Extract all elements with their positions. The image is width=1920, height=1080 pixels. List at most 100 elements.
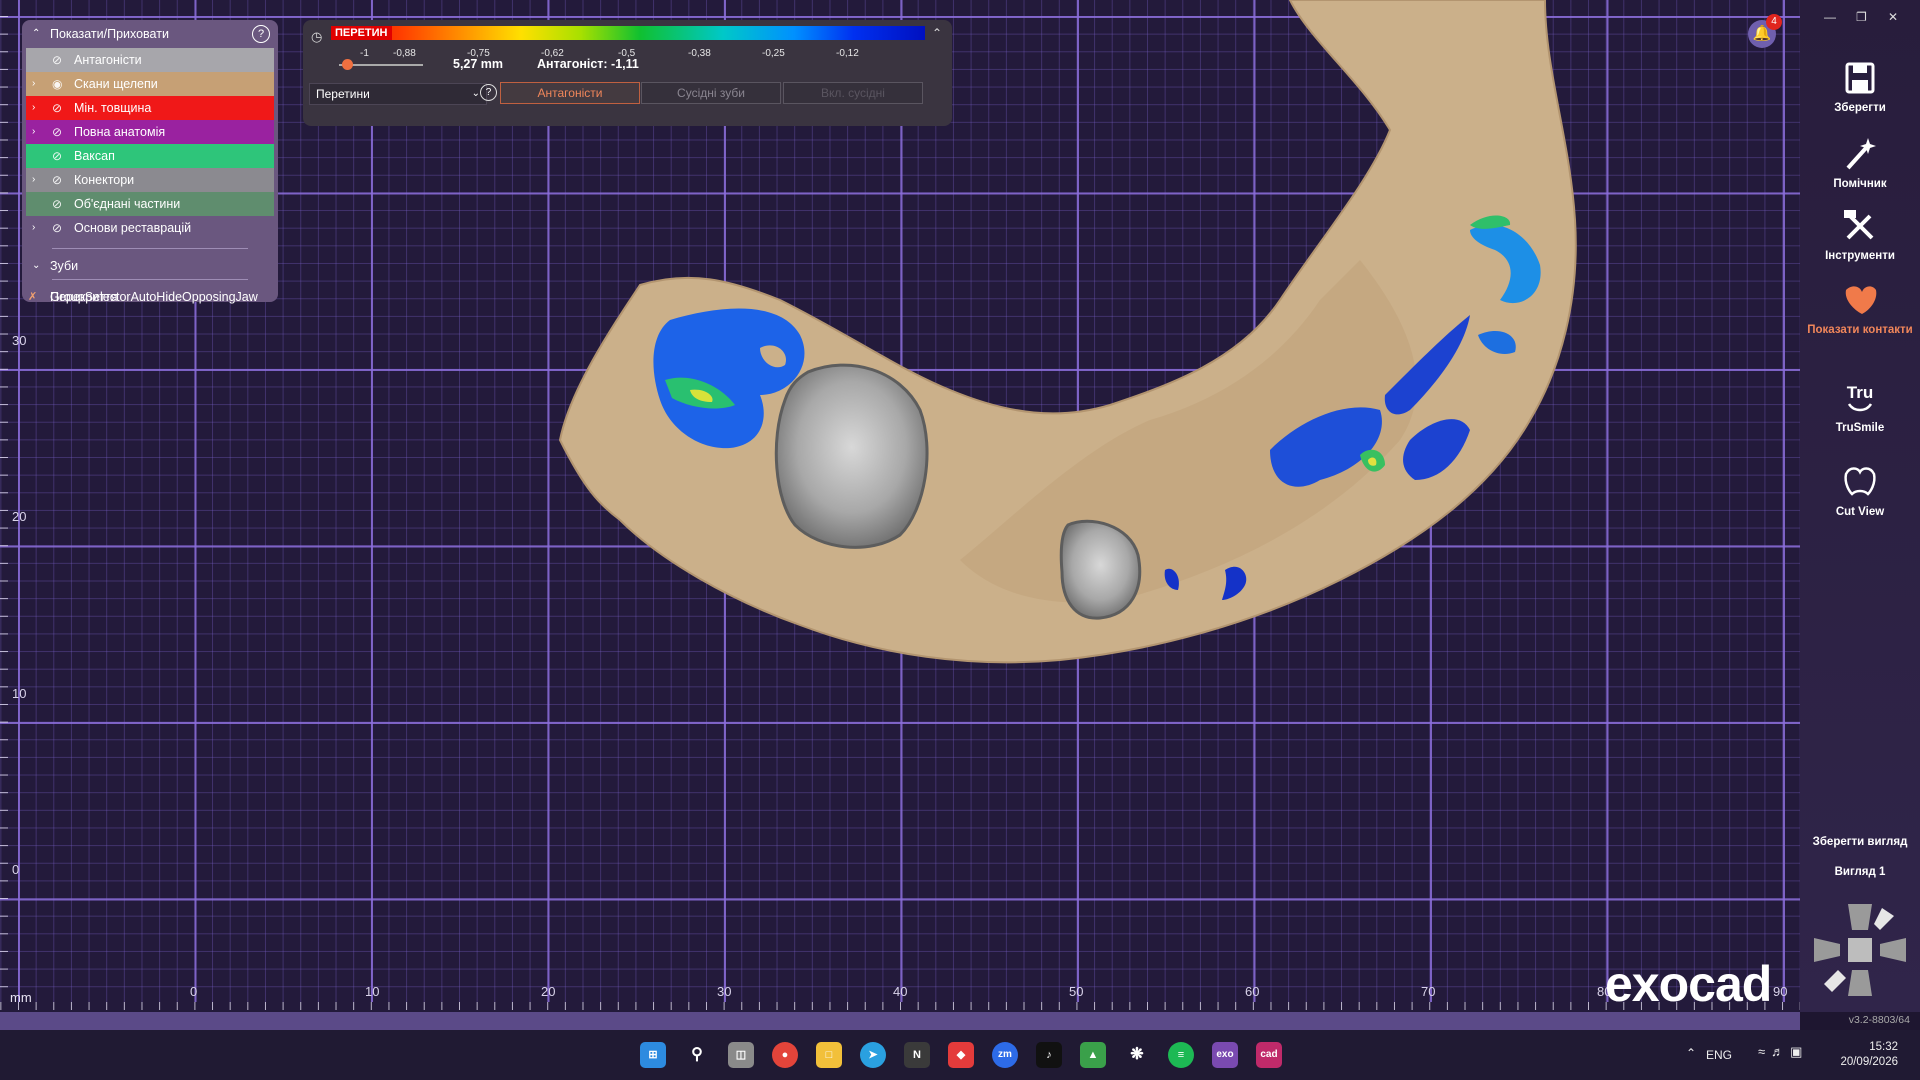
layer-label: Повна анатомія	[74, 125, 166, 139]
gauge-icon: ◷	[311, 29, 323, 44]
view-navigation-cube[interactable]	[1812, 900, 1908, 1000]
show-hide-header[interactable]: ⌃ Показати/Приховати ?	[22, 20, 278, 48]
x-tick: 10	[365, 984, 380, 999]
tools-icon	[1844, 210, 1874, 240]
layer-label: Мін. товщина	[74, 101, 152, 115]
x-tick: 50	[1069, 984, 1084, 999]
eye-hidden-icon[interactable]: ⊘	[52, 192, 62, 216]
anydesk-icon[interactable]: ◆	[948, 1042, 974, 1068]
file-explorer-icon[interactable]: □	[816, 1042, 842, 1068]
save-view-button[interactable]: Зберегти вигляд	[1800, 836, 1920, 848]
layer-row-restoration-bases[interactable]: › ⊘ Основи реставрацій	[26, 216, 274, 240]
chevron-right-icon[interactable]: ›	[32, 96, 35, 120]
layer-row-waxup[interactable]: ⊘ Ваксап	[26, 144, 274, 168]
cad-taskbar-icon[interactable]: cad	[1256, 1042, 1282, 1068]
chevron-down-icon: ⌄	[471, 88, 480, 99]
restore-icon[interactable]: ❐	[1856, 10, 1867, 24]
show-contacts-button[interactable]: Показати контакти	[1800, 280, 1920, 337]
cut-view-button[interactable]: Cut View	[1800, 462, 1920, 519]
show-hide-panel: ⌃ Показати/Приховати ? ⊘ Антагоністи › ◉…	[22, 20, 278, 304]
chevron-right-icon[interactable]: ›	[32, 72, 35, 96]
x-tick: 40	[893, 984, 908, 999]
view-bottom-arrow	[1848, 970, 1872, 996]
tray-chevron-icon[interactable]: ⌃	[1686, 1046, 1696, 1060]
toggle-icon: ✗	[28, 291, 38, 303]
minimize-icon[interactable]: —	[1824, 10, 1836, 24]
crown-prep-molar	[774, 363, 929, 549]
antagonists-button[interactable]: Антагоністи	[500, 82, 640, 104]
layer-row-merged-parts[interactable]: ⊘ Об'єднані частини	[26, 192, 274, 216]
notion-icon[interactable]: N	[904, 1042, 930, 1068]
chevron-right-icon[interactable]: ›	[32, 168, 35, 192]
windows-start-icon[interactable]: ⊞	[640, 1042, 666, 1068]
exocad-taskbar-icon[interactable]: exo	[1212, 1042, 1238, 1068]
layer-label: Конектори	[74, 173, 135, 187]
layer-row-full-anatomy[interactable]: › ⊘ Повна анатомія	[26, 120, 274, 144]
tools-button[interactable]: Інструменти	[1800, 206, 1920, 263]
help-icon[interactable]: ?	[252, 25, 270, 43]
chatgpt-icon[interactable]: ❋	[1124, 1042, 1150, 1068]
language-indicator[interactable]: ENG	[1706, 1048, 1732, 1062]
tiktok-icon[interactable]: ♪	[1036, 1042, 1062, 1068]
trusmile-button[interactable]: Tru TruSmile	[1800, 378, 1920, 435]
x-tick: 90	[1773, 984, 1788, 999]
contact-scale-panel: ◷ ПЕРЕТИН -1 -0,88 -0,75 -0,62 -0,5 -0,3…	[303, 20, 952, 126]
show-contacts-label: Показати контакти	[1807, 324, 1913, 336]
telegram-icon[interactable]: ➤	[860, 1042, 886, 1068]
layer-label: Об'єднані частини	[74, 197, 181, 211]
layer-row-connectors[interactable]: › ⊘ Конектори	[26, 168, 274, 192]
zoom-icon[interactable]: zm	[992, 1042, 1018, 1068]
spotify-icon[interactable]: ≡	[1168, 1042, 1194, 1068]
x-tick: 60	[1245, 984, 1260, 999]
include-adjacent-button[interactable]: Вкл. сусідні	[783, 82, 923, 104]
mode-select-value: Перетини	[316, 87, 370, 101]
layer-row-jaw-scans[interactable]: › ◉ Скани щелепи	[26, 72, 274, 96]
task-view-icon[interactable]: ◫	[728, 1042, 754, 1068]
chevron-down-icon: ⌄	[32, 260, 41, 271]
notification-button[interactable]: 🔔 4	[1748, 14, 1782, 48]
chevron-right-icon[interactable]: ›	[32, 120, 35, 144]
crown-prep-premolar	[1059, 519, 1142, 620]
eye-hidden-icon[interactable]: ⊘	[52, 96, 62, 120]
eye-hidden-icon[interactable]: ⊘	[52, 48, 62, 72]
teeth-group[interactable]: ⌄ Зуби	[22, 253, 278, 279]
chevron-right-icon[interactable]: ›	[32, 216, 35, 240]
eye-hidden-icon[interactable]: ⊘	[52, 168, 62, 192]
panel-title: Показати/Приховати	[50, 27, 169, 41]
scale-tick: -0,25	[762, 48, 785, 59]
assistant-button[interactable]: Помічник	[1800, 134, 1920, 191]
close-icon[interactable]: ✕	[1888, 10, 1898, 24]
cut-view-icon	[1844, 467, 1876, 496]
adjacent-teeth-button[interactable]: Сусідні зуби	[641, 82, 781, 104]
status-strip	[0, 1012, 1800, 1030]
layer-label: Ваксап	[74, 149, 115, 163]
mode-select[interactable]: Перетини ⌄	[309, 83, 487, 105]
help-icon[interactable]: ?	[480, 84, 497, 101]
view-1-button[interactable]: Вигляд 1	[1800, 866, 1920, 878]
layer-label: Основи реставрацій	[74, 221, 192, 235]
eye-hidden-icon[interactable]: ⊘	[52, 216, 62, 240]
auto-hide-label: GroupSelectorAutoHideOpposingJaw	[50, 290, 258, 304]
eye-hidden-icon[interactable]: ⊘	[52, 144, 62, 168]
clock[interactable]: 15:32 20/09/2026	[1838, 1040, 1898, 1070]
app-icon[interactable]: ▲	[1080, 1042, 1106, 1068]
color-scale-bar: ПЕРЕТИН	[331, 26, 925, 40]
divider	[52, 248, 248, 249]
auto-hide-opposing-jaw-toggle[interactable]: ✗ Перекриття GroupSelectorAutoHideOpposi…	[22, 284, 278, 310]
layer-row-min-thickness[interactable]: › ⊘ Мін. товщина	[26, 96, 274, 120]
eye-hidden-icon[interactable]: ⊘	[52, 120, 62, 144]
search-icon[interactable]: ⚲	[684, 1042, 710, 1068]
save-button[interactable]: Зберегти	[1800, 58, 1920, 115]
chrome-icon[interactable]: ●	[772, 1042, 798, 1068]
cut-view-label: Cut View	[1835, 506, 1885, 518]
depth-value: 5,27 mm	[453, 57, 504, 71]
eye-icon[interactable]: ◉	[52, 72, 62, 96]
layer-label: Антагоністи	[74, 53, 142, 67]
x-tick: 20	[541, 984, 556, 999]
chevron-up-icon[interactable]: ⌃	[932, 26, 942, 40]
layer-row-antagonists[interactable]: ⊘ Антагоністи	[26, 48, 274, 72]
system-tray-icons[interactable]: ≈♬▣	[1758, 1044, 1808, 1060]
view-top-arrow	[1848, 904, 1872, 930]
depth-slider-handle[interactable]	[341, 59, 353, 70]
x-tick: 0	[190, 984, 198, 999]
